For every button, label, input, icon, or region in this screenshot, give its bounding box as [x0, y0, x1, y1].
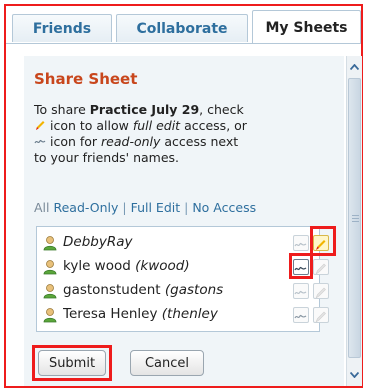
read-only-toggle[interactable] [293, 283, 309, 299]
friend-name: DebbyRay [63, 234, 133, 250]
read-only-toggle[interactable] [293, 307, 309, 323]
friend-name: kyle wood (kwood) [63, 258, 190, 274]
tab-friends[interactable]: Friends [12, 14, 112, 42]
friend-name: Teresa Henley (thenley [63, 306, 218, 322]
tab-bar: Friends Collaborate My Sheets [6, 6, 361, 44]
friend-name: gastonstudent (gastons [63, 282, 224, 298]
tab-my-sheets[interactable]: My Sheets [252, 10, 361, 44]
user-icon [43, 236, 57, 251]
friend-username: (thenley [161, 306, 218, 322]
scroll-up-arrow-icon[interactable] [347, 59, 362, 74]
friend-username: (kwood) [135, 258, 190, 274]
share-panel: Share Sheet To share Practice July 29, c… [24, 56, 344, 386]
friend-list: DebbyRay kyle wood (kwood) gastonstudent… [36, 226, 329, 332]
list-item: Teresa Henley (thenley [37, 303, 329, 327]
filter-all[interactable]: All [34, 200, 50, 215]
full-edit-toggle[interactable] [313, 307, 329, 323]
filter-no-access[interactable]: No Access [192, 200, 256, 215]
full-edit-highlight [310, 226, 336, 256]
user-icon [43, 284, 57, 299]
cancel-button[interactable]: Cancel [130, 350, 204, 376]
access-filter-bar: All Read-Only | Full Edit | No Access [34, 200, 257, 215]
panel-title: Share Sheet [34, 70, 138, 88]
user-icon [43, 260, 57, 275]
filter-full-edit[interactable]: Full Edit [131, 200, 181, 215]
share-instructions: To share Practice July 29, check icon to… [34, 102, 247, 165]
signature-icon [34, 139, 46, 144]
pencil-icon [36, 121, 45, 130]
share-sheet-window: Friends Collaborate My Sheets Share Shee… [4, 4, 363, 388]
full-edit-toggle[interactable] [313, 259, 329, 275]
vertical-scrollbar[interactable] [346, 56, 362, 386]
scroll-down-arrow-icon[interactable] [347, 367, 362, 382]
tab-collaborate[interactable]: Collaborate [116, 14, 248, 42]
sheet-name: Practice July 29 [89, 102, 200, 117]
scrollbar-thumb[interactable] [348, 78, 361, 358]
full-edit-toggle[interactable] [313, 283, 329, 299]
list-item: gastonstudent (gastons [37, 279, 329, 303]
user-icon [43, 308, 57, 323]
list-item: kyle wood (kwood) [37, 255, 329, 279]
read-only-toggle[interactable] [293, 235, 309, 251]
friend-username: (gastons [164, 282, 224, 298]
filter-read-only[interactable]: Read-Only [53, 200, 118, 215]
read-only-highlight [289, 253, 313, 279]
tab-divider [6, 43, 361, 44]
submit-highlight [32, 345, 112, 381]
list-item: DebbyRay [37, 231, 329, 255]
